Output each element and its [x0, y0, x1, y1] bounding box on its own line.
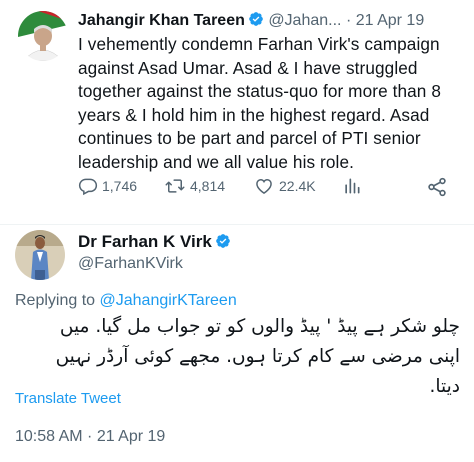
like-icon — [253, 176, 279, 196]
avatar-jahangir-khan-tareen[interactable] — [18, 11, 68, 61]
reply-button[interactable]: 1,746 — [78, 176, 137, 196]
replying-to: Replying to @JahangirKTareen — [15, 292, 237, 310]
tweet-text: چلو شکر ہے پیڈ ' پیڈ والوں کو تو جواب مل… — [55, 316, 460, 397]
tweet-actions: 1,746 4,814 22.4K — [78, 176, 458, 202]
reply-icon — [78, 176, 102, 196]
retweet-count: 4,814 — [190, 178, 226, 194]
retweet-button[interactable]: 4,814 — [164, 176, 225, 196]
retweet-icon — [164, 176, 190, 196]
share-icon — [426, 176, 452, 198]
author-handle[interactable]: @FarhanKVirk — [78, 255, 183, 273]
like-count: 22.4K — [279, 178, 316, 194]
author-handle[interactable]: @Jahan... — [268, 12, 341, 29]
tweet-header: Jahangir Khan Tareen @Jahan... · 21 Apr … — [78, 11, 424, 30]
like-button[interactable]: 22.4K — [253, 176, 316, 196]
analytics-button[interactable] — [342, 176, 366, 196]
avatar-farhan-k-virk[interactable] — [15, 230, 65, 280]
replying-mention-link[interactable]: @JahangirKTareen — [100, 292, 237, 309]
reply-count: 1,746 — [102, 178, 138, 194]
share-button[interactable] — [426, 176, 452, 198]
author-name: Dr Farhan K Virk — [78, 232, 231, 252]
translate-tweet-link[interactable]: Translate Tweet — [15, 390, 121, 407]
tweet-text: I vehemently condemn Farhan Virk's campa… — [78, 34, 441, 172]
verified-badge-icon — [248, 11, 264, 27]
tweet-timestamp[interactable]: 10:58 AM · 21 Apr 19 — [15, 428, 165, 446]
replying-prefix: Replying to — [15, 292, 96, 309]
analytics-icon — [342, 176, 366, 196]
tweet-divider — [0, 224, 474, 225]
tweet-date[interactable]: 21 Apr 19 — [356, 12, 425, 29]
separator-dot: · — [345, 12, 352, 29]
verified-badge-icon — [215, 233, 231, 249]
author-name-text[interactable]: Dr Farhan K Virk — [78, 232, 212, 251]
author-name[interactable]: Jahangir Khan Tareen — [78, 12, 245, 29]
